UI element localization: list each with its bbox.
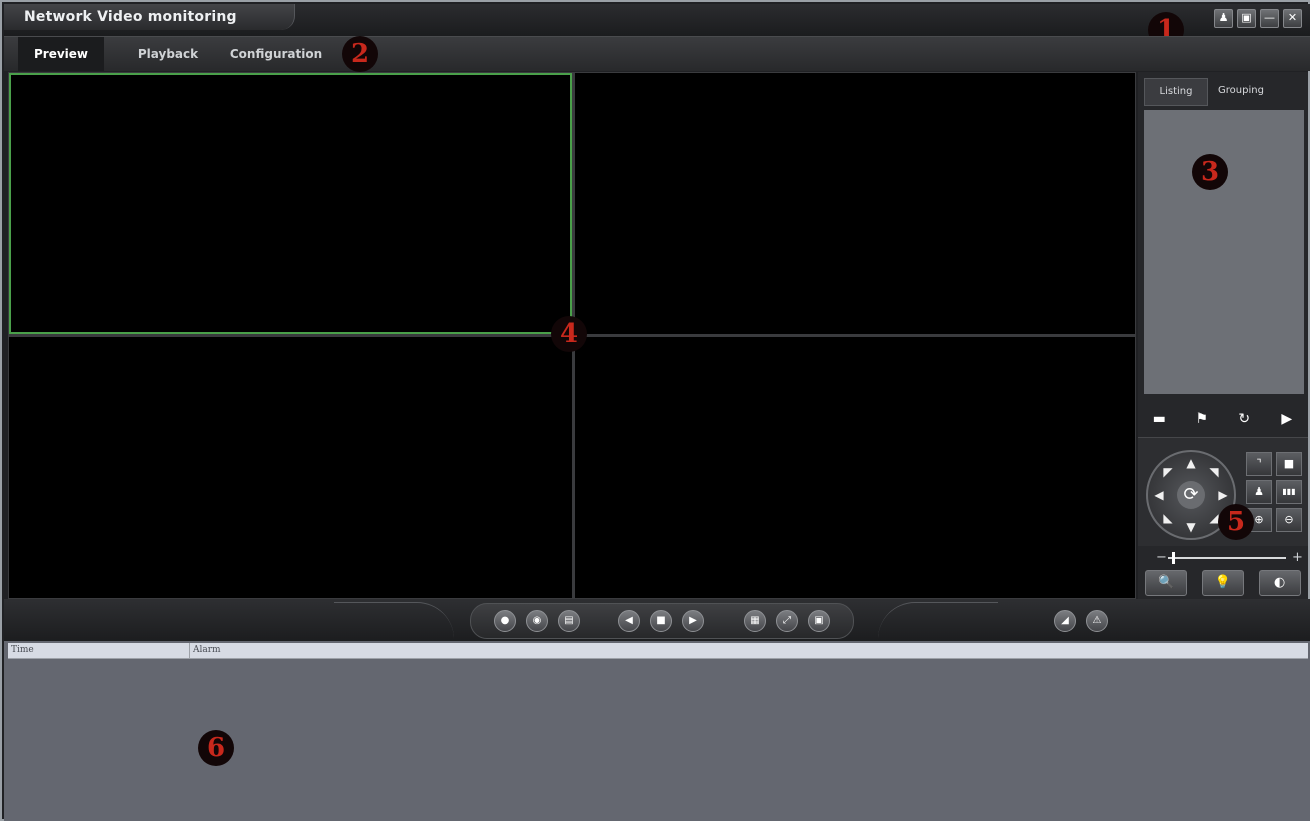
iris-icon[interactable]: ◐ [1258, 570, 1301, 596]
bars-icon[interactable]: ▮▮▮ [1276, 480, 1302, 504]
arrow-up-right-icon[interactable]: ◥ [1207, 465, 1221, 479]
warning-icon[interactable]: ⚠ [1086, 610, 1108, 632]
device-panel: Listing Grouping ▬ ⚑ ↻ ▶ ▲ ▼ ◀ ▶ ◤ ◥ ◣ ◢… [1138, 72, 1308, 599]
lock-icon[interactable]: ▣ [1237, 9, 1256, 28]
arrow-up-left-icon[interactable]: ◤ [1161, 465, 1175, 479]
fullscreen-icon[interactable]: ⤢ [776, 610, 798, 632]
lens-controls: 🔍 💡 ◐ [1138, 569, 1308, 597]
arrow-right-icon[interactable]: ▶ [1216, 488, 1230, 502]
speed-slider[interactable]: − + [1138, 548, 1308, 568]
slider-knob[interactable] [1172, 552, 1175, 564]
arrow-up-icon[interactable]: ▲ [1184, 456, 1198, 470]
tab-preview[interactable]: Preview [18, 37, 104, 71]
video-pane-4[interactable] [575, 337, 1135, 598]
slider-minus-icon: − [1156, 550, 1167, 565]
list-icon[interactable]: ▤ [558, 610, 580, 632]
arrow-down-left-icon[interactable]: ◣ [1161, 511, 1175, 525]
tab-listing[interactable]: Listing [1144, 78, 1208, 106]
ptz-buttons: ⌝ ■ ♟ ▮▮▮ ⊕ ⊖ [1246, 452, 1304, 532]
corner-icon[interactable]: ⌝ [1246, 452, 1272, 476]
column-time[interactable]: Time [8, 643, 190, 658]
title-tab: Network Video monitoring [4, 4, 295, 30]
flag-icon[interactable]: ⚑ [1194, 412, 1210, 426]
callout-3: 3 [1192, 154, 1228, 190]
slider-plus-icon: + [1292, 550, 1303, 565]
arrow-left-icon[interactable]: ◀ [1152, 488, 1166, 502]
ptz-control: ▲ ▼ ◀ ▶ ◤ ◥ ◣ ◢ ⟳ ⌝ ■ ♟ ▮▮▮ ⊕ ⊖ 5 [1138, 437, 1308, 546]
decor-left [334, 602, 454, 639]
callout-6: 6 [198, 730, 234, 766]
audio-icon[interactable]: ◢ [1054, 610, 1076, 632]
video-pane-1[interactable] [9, 73, 572, 334]
video-pane-3[interactable] [9, 337, 572, 598]
zoom-icon[interactable]: 🔍 [1145, 570, 1188, 596]
app-window: Network Video monitoring ♟ ▣ — ✕ 1 Previ… [0, 0, 1310, 821]
tab-grouping[interactable]: Grouping [1208, 78, 1274, 104]
callout-4: 4 [551, 316, 587, 352]
playback-controls: ● ◉ ▤ ◀ ■ ▶ ▦ ⤢ ▣ ◢ ⚠ [4, 599, 1310, 641]
device-toolbar: ▬ ⚑ ↻ ▶ [1138, 404, 1308, 434]
focus-icon[interactable]: 💡 [1201, 570, 1244, 596]
callout-2: 2 [342, 36, 378, 72]
tab-configuration[interactable]: Configuration [226, 37, 326, 71]
decor-right [878, 602, 998, 639]
video-pane-2[interactable] [575, 73, 1135, 334]
alarm-log: Time Alarm [4, 641, 1310, 821]
close-icon[interactable]: ✕ [1283, 9, 1302, 28]
device-list[interactable] [1144, 110, 1304, 394]
arrow-down-icon[interactable]: ▼ [1184, 520, 1198, 534]
tag-icon[interactable]: ▶ [1279, 412, 1295, 426]
app-title: Network Video monitoring [24, 9, 237, 25]
slider-track[interactable] [1168, 557, 1286, 559]
record-icon[interactable]: ● [494, 610, 516, 632]
menu-bar: Preview Playback Configuration [4, 36, 1310, 71]
title-bar: Network Video monitoring ♟ ▣ — ✕ [4, 4, 1310, 36]
prev-icon[interactable]: ◀ [618, 610, 640, 632]
column-alarm[interactable]: Alarm [190, 643, 1308, 658]
user-icon[interactable]: ♟ [1214, 9, 1233, 28]
layout-icon[interactable]: ▦ [744, 610, 766, 632]
person-icon[interactable]: ♟ [1246, 480, 1272, 504]
window-icon[interactable]: ▬ [1151, 412, 1167, 426]
next-icon[interactable]: ▶ [682, 610, 704, 632]
refresh-icon[interactable]: ↻ [1236, 412, 1252, 426]
window-buttons: ♟ ▣ — ✕ [1214, 9, 1302, 28]
tab-playback[interactable]: Playback [128, 37, 208, 71]
callout-5: 5 [1218, 504, 1254, 540]
minus-circle-icon[interactable]: ⊖ [1276, 508, 1302, 532]
log-header: Time Alarm [8, 643, 1308, 659]
square-icon[interactable]: ■ [1276, 452, 1302, 476]
split-icon[interactable]: ▣ [808, 610, 830, 632]
minimize-icon[interactable]: — [1260, 9, 1279, 28]
snapshot-icon[interactable]: ◉ [526, 610, 548, 632]
auto-scan-icon[interactable]: ⟳ [1177, 481, 1205, 509]
stop-icon[interactable]: ■ [650, 610, 672, 632]
